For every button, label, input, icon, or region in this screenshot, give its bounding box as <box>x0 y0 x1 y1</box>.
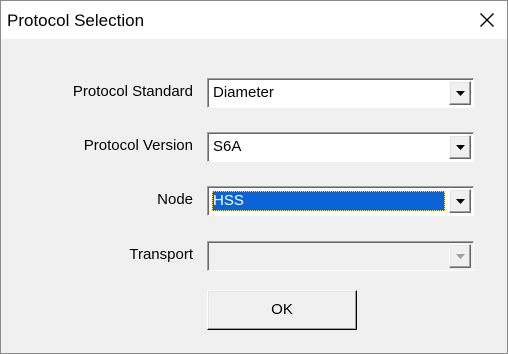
protocol-version-value: S6A <box>213 138 242 155</box>
protocol-version-dropdown-button[interactable] <box>449 135 471 159</box>
protocol-standard-label: Protocol Standard <box>72 83 193 100</box>
close-icon <box>479 12 495 28</box>
ok-button[interactable]: OK <box>207 290 357 330</box>
node-dropdown-button[interactable] <box>449 189 471 213</box>
protocol-standard-dropdown-button[interactable] <box>449 81 471 105</box>
protocol-version-dropdown[interactable]: S6A <box>207 132 474 162</box>
transport-value <box>212 246 445 266</box>
protocol-version-label: Protocol Version <box>83 137 193 154</box>
window-title: Protocol Selection <box>7 11 145 30</box>
transport-dropdown <box>207 241 474 271</box>
node-value: HSS <box>212 191 445 211</box>
title-bar[interactable]: Protocol Selection <box>1 1 507 39</box>
chevron-down-icon <box>455 144 465 150</box>
chevron-down-icon <box>455 198 465 204</box>
chevron-down-icon <box>455 253 465 259</box>
close-button[interactable] <box>467 1 507 39</box>
transport-label: Transport <box>129 246 193 263</box>
chevron-down-icon <box>455 90 465 96</box>
node-label: Node <box>157 191 193 208</box>
node-dropdown[interactable]: HSS <box>207 186 474 216</box>
transport-dropdown-button <box>449 244 471 268</box>
protocol-standard-dropdown[interactable]: Diameter <box>207 78 474 108</box>
protocol-standard-value: Diameter <box>213 84 274 101</box>
protocol-selection-dialog: Protocol Selection Protocol Standard Dia… <box>0 0 508 354</box>
